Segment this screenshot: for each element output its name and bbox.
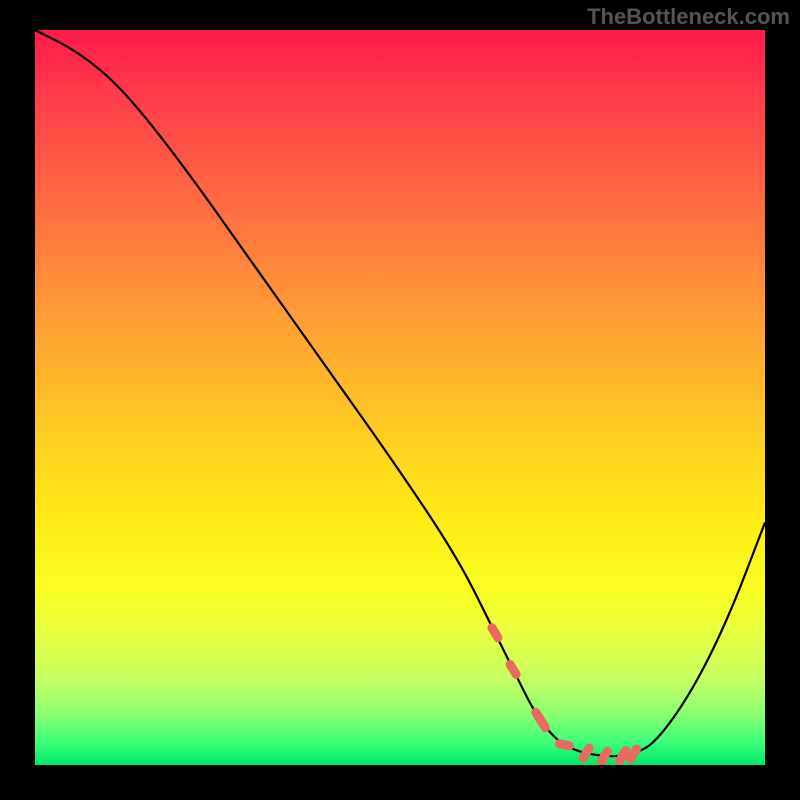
highlight-dash (539, 718, 545, 728)
highlight-dash (631, 749, 637, 759)
highlight-dash (510, 664, 516, 674)
bottleneck-chart (35, 30, 765, 765)
highlight-dash (583, 748, 589, 758)
highlight-dash (492, 628, 498, 638)
optimal-range-highlight (492, 628, 637, 761)
highlight-dash (620, 751, 626, 761)
highlight-dash (601, 751, 607, 761)
highlight-dash (559, 744, 569, 746)
plot-area (35, 30, 765, 765)
bottleneck-curve-line (35, 30, 765, 756)
watermark-text: TheBottleneck.com (587, 4, 790, 30)
